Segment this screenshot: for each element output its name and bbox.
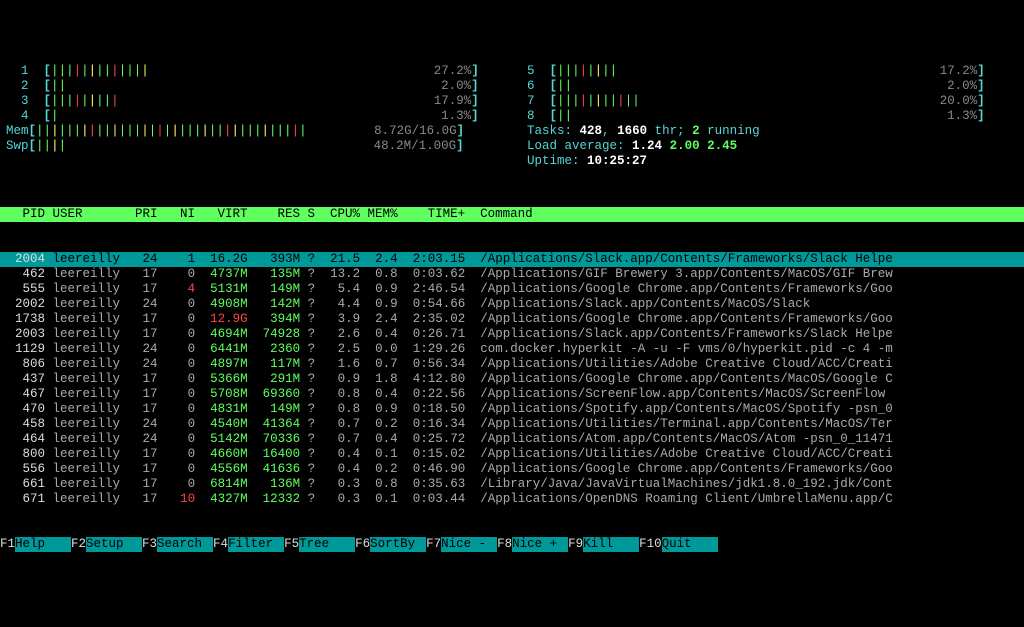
fn-label[interactable]: Filter <box>228 537 284 552</box>
fn-key[interactable]: F1 <box>0 537 15 552</box>
fn-key[interactable]: F10 <box>639 537 662 552</box>
process-row[interactable]: 467 leereilly 17 0 5708M 69360 ? 0.8 0.4… <box>0 387 1024 402</box>
process-row[interactable]: 2002 leereilly 24 0 4908M 142M ? 4.4 0.9… <box>0 297 1024 312</box>
fn-label[interactable]: SortBy <box>370 537 426 552</box>
meters-panel: 1 [||||||||||||| 27.2%] 2 [|| 2.0%] 3 [|… <box>0 60 1024 177</box>
process-row[interactable]: 2003 leereilly 17 0 4694M 74928 ? 2.6 0.… <box>0 327 1024 342</box>
fn-label[interactable]: Help <box>15 537 71 552</box>
fn-label[interactable]: Nice + <box>512 537 568 552</box>
process-table[interactable]: 2004 leereilly 24 1 16.2G 393M ? 21.5 2.… <box>0 252 1024 507</box>
process-row[interactable]: 556 leereilly 17 0 4556M 41636 ? 0.4 0.2… <box>0 462 1024 477</box>
process-row[interactable]: 555 leereilly 17 4 5131M 149M ? 5.4 0.9 … <box>0 282 1024 297</box>
process-table-header[interactable]: PID USER PRI NI VIRT RES S CPU% MEM% TIM… <box>0 207 1024 222</box>
fn-key[interactable]: F2 <box>71 537 86 552</box>
process-row[interactable]: 464 leereilly 24 0 5142M 70336 ? 0.7 0.4… <box>0 432 1024 447</box>
process-row[interactable]: 806 leereilly 24 0 4897M 117M ? 1.6 0.7 … <box>0 357 1024 372</box>
fn-label[interactable]: Search <box>157 537 213 552</box>
fn-label[interactable]: Setup <box>86 537 142 552</box>
fn-label[interactable]: Kill <box>583 537 639 552</box>
process-row[interactable]: 2004 leereilly 24 1 16.2G 393M ? 21.5 2.… <box>0 252 1024 267</box>
process-row[interactable]: 661 leereilly 17 0 6814M 136M ? 0.3 0.8 … <box>0 477 1024 492</box>
fn-key[interactable]: F7 <box>426 537 441 552</box>
process-row[interactable]: 1129 leereilly 24 0 6441M 2360 ? 2.5 0.0… <box>0 342 1024 357</box>
process-row[interactable]: 1738 leereilly 17 0 12.9G 394M ? 3.9 2.4… <box>0 312 1024 327</box>
fn-key[interactable]: F3 <box>142 537 157 552</box>
process-row[interactable]: 671 leereilly 17 10 4327M 12332 ? 0.3 0.… <box>0 492 1024 507</box>
fn-key[interactable]: F5 <box>284 537 299 552</box>
fn-label[interactable]: Nice - <box>441 537 497 552</box>
process-row[interactable]: 462 leereilly 17 0 4737M 135M ? 13.2 0.8… <box>0 267 1024 282</box>
process-row[interactable]: 458 leereilly 24 0 4540M 41364 ? 0.7 0.2… <box>0 417 1024 432</box>
fn-key[interactable]: F9 <box>568 537 583 552</box>
process-row[interactable]: 437 leereilly 17 0 5366M 291M ? 0.9 1.8 … <box>0 372 1024 387</box>
fn-key[interactable]: F8 <box>497 537 512 552</box>
function-key-bar[interactable]: F1HelpF2SetupF3SearchF4FilterF5TreeF6Sor… <box>0 537 1024 552</box>
process-row[interactable]: 800 leereilly 17 0 4660M 16400 ? 0.4 0.1… <box>0 447 1024 462</box>
fn-label[interactable]: Tree <box>299 537 355 552</box>
fn-key[interactable]: F6 <box>355 537 370 552</box>
fn-key[interactable]: F4 <box>213 537 228 552</box>
fn-label[interactable]: Quit <box>662 537 718 552</box>
process-row[interactable]: 470 leereilly 17 0 4831M 149M ? 0.8 0.9 … <box>0 402 1024 417</box>
